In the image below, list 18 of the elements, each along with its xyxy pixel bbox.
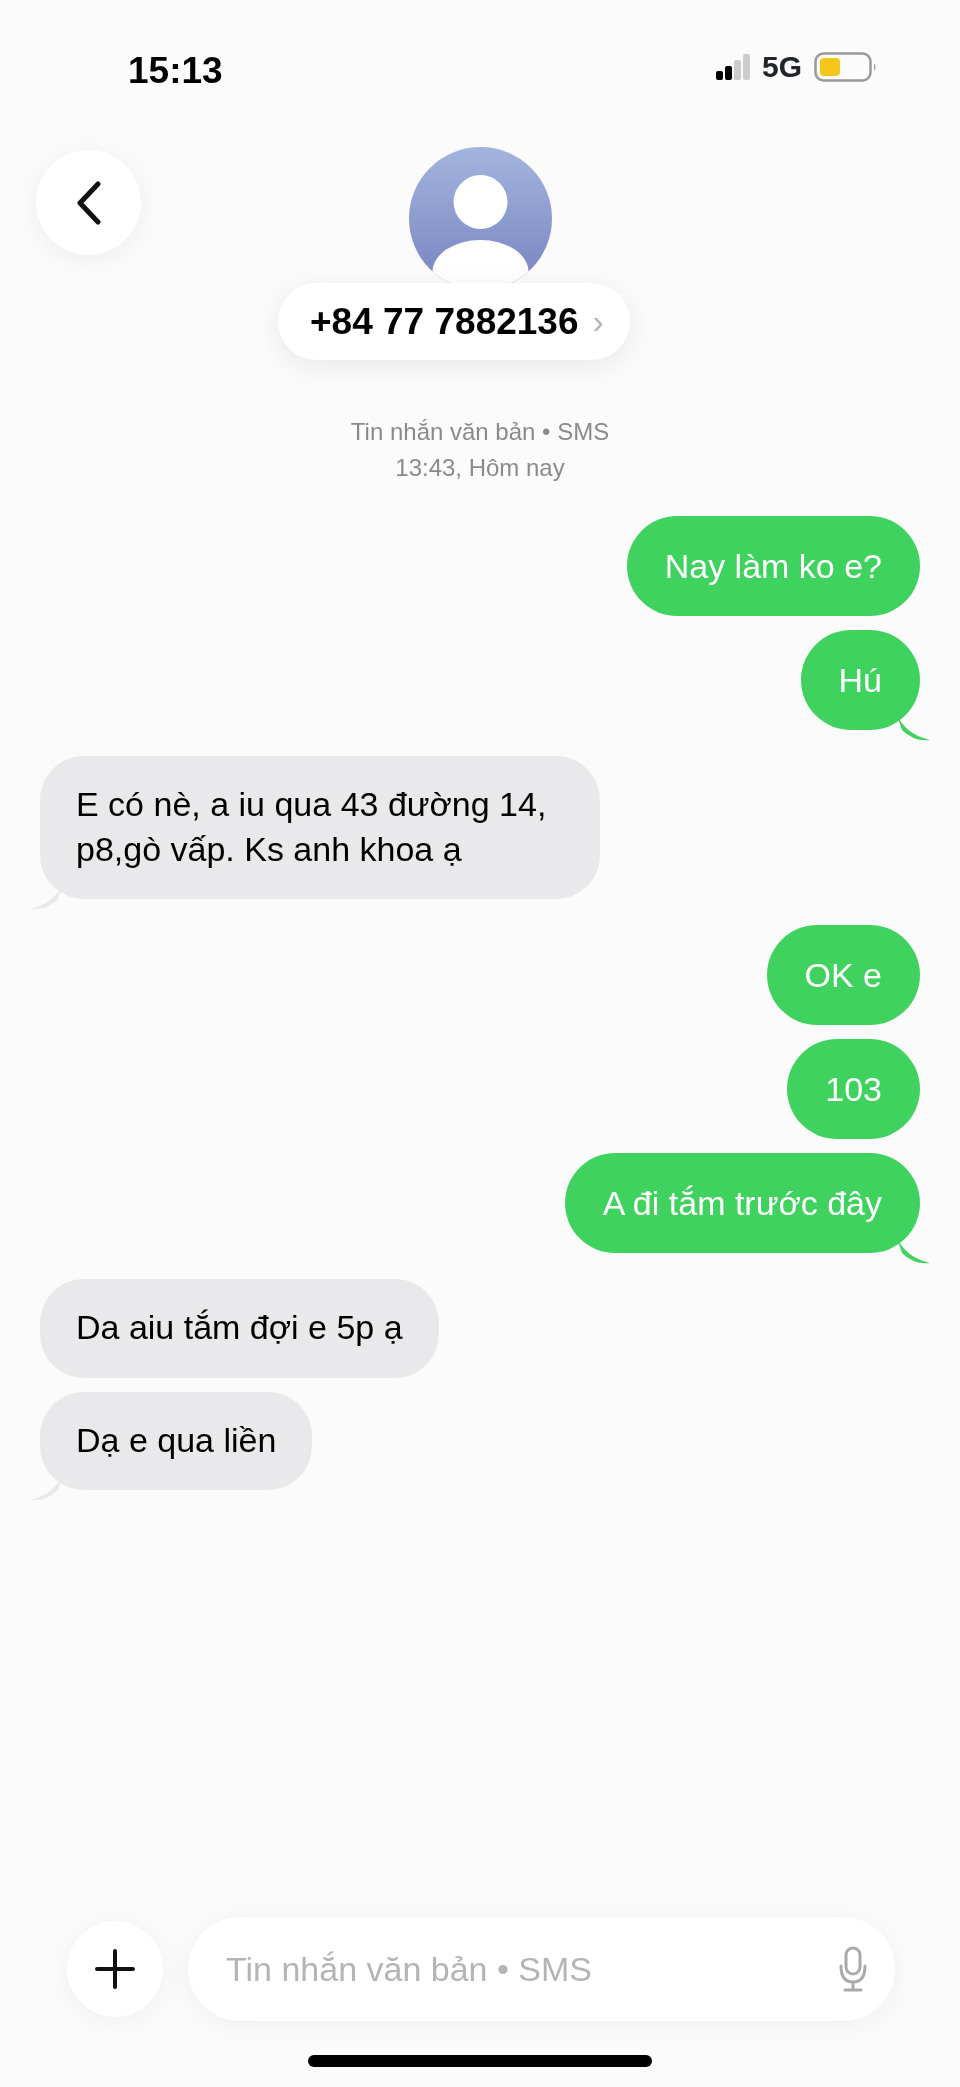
sent-message-bubble: Nay làm ko e? bbox=[626, 516, 920, 617]
sent-message-bubble: OK e bbox=[766, 924, 920, 1025]
message-input-field[interactable]: Tin nhắn văn bản • SMS bbox=[188, 1917, 895, 2021]
signal-icon bbox=[715, 54, 750, 80]
received-message-bubble: Da aiu tắm đợi e 5p ạ bbox=[40, 1279, 439, 1378]
chevron-icon: › bbox=[592, 296, 604, 347]
status-time: 15:13 bbox=[128, 52, 223, 89]
sent-message-bubble: Hú bbox=[800, 630, 920, 731]
received-message-bubble: Dạ e qua liền bbox=[40, 1391, 313, 1490]
service-label: Tin nhắn văn bản • SMS bbox=[349, 417, 611, 447]
network-label: 5G bbox=[761, 52, 802, 82]
battery-icon bbox=[814, 52, 878, 82]
sent-message-bubble: A đi tắm trước đây bbox=[564, 1153, 920, 1254]
back-icon bbox=[75, 180, 102, 225]
received-message-bubble: E có nè, a iu qua 43 đường 14, p8,gò vấp. Ks anh khoa ạ bbox=[40, 756, 600, 899]
sent-message-bubble: 103 bbox=[787, 1038, 920, 1140]
timestamp: 13:43, Hôm nay bbox=[394, 453, 566, 483]
plus-icon bbox=[95, 1949, 135, 1989]
